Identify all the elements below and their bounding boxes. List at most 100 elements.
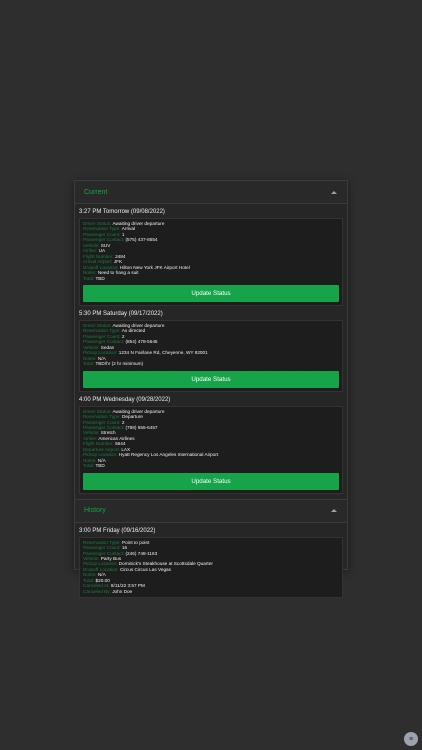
detail-label: Passenger Contact: — [83, 237, 125, 243]
detail-value: 16 — [121, 545, 128, 551]
detail-value: Stretch — [100, 430, 116, 436]
detail-label: Vehicle: — [83, 555, 100, 561]
update-status-button[interactable]: Update Status — [83, 472, 339, 490]
update-status-button[interactable]: Update Status — [83, 284, 339, 302]
detail-value: N/A — [97, 457, 106, 463]
detail-value: TBD — [95, 275, 105, 281]
chevron-up-icon[interactable] — [331, 190, 337, 194]
detail-label: Notes: — [83, 457, 97, 463]
detail-label: Passenger Count: — [83, 333, 121, 339]
detail-value: Sedan — [100, 344, 115, 350]
detail-label: Notes: — [83, 355, 97, 361]
menu-button[interactable]: ≡ — [404, 732, 418, 746]
detail-label: Airline: — [83, 248, 98, 254]
detail-row: Canceled By: John Doe — [83, 589, 339, 594]
detail-label: Passenger Contact: — [83, 339, 125, 345]
detail-value: 1234 N Fairlane Rd, Cheyenne, WY 82001 — [118, 350, 208, 356]
reservation-details: Reservation Type: Point to point Passeng… — [79, 536, 343, 599]
detail-label: Reservation Type: — [83, 414, 121, 420]
detail-value: Arrival — [121, 226, 136, 232]
reservation-item: 4:00 PM Wednesday (09/28/2022) Driver St… — [75, 392, 347, 494]
detail-value: Dominick's Steakhouse at Scottsdale Quar… — [118, 561, 213, 567]
current-section-title: Current — [84, 188, 108, 196]
update-status-button[interactable]: Update Status — [83, 370, 339, 388]
detail-label: Pickup Location: — [83, 561, 118, 567]
detail-label: Canceled By: — [83, 588, 111, 594]
detail-value: 2 — [121, 333, 125, 339]
detail-value: As directed — [121, 328, 146, 334]
chevron-up-icon[interactable] — [331, 509, 337, 513]
reservation-item: 5:30 PM Saturday (09/17/2022) Driver Sta… — [75, 306, 347, 392]
detail-value: UA — [98, 248, 106, 254]
current-section-header[interactable]: Current — [75, 181, 347, 204]
detail-row: Total: TBD — [83, 276, 339, 281]
detail-label: Flight Number: — [83, 253, 114, 259]
detail-label: Dropoff Location: — [83, 566, 119, 572]
reservation-details: Driver Status: Awaiting driver departure… — [79, 319, 343, 392]
detail-label: Passenger Count: — [83, 231, 121, 237]
detail-value: TBD — [95, 463, 105, 469]
detail-label: Passenger Contact: — [83, 424, 125, 430]
detail-label: Driver Status: — [83, 322, 112, 328]
history-section-header[interactable]: History — [75, 498, 347, 523]
detail-value: John Doe — [112, 588, 133, 594]
detail-value: 2 — [121, 419, 125, 425]
reservation-item: 3:00 PM Friday (09/16/2022) Reservation … — [75, 523, 347, 599]
detail-value: 5644 — [115, 441, 126, 447]
detail-value: Awaiting driver departure — [112, 322, 165, 328]
detail-label: Reservation Type: — [83, 539, 121, 545]
reservation-datetime: 4:00 PM Wednesday (09/28/2022) — [79, 396, 171, 403]
detail-value: SUV — [100, 242, 111, 248]
reservation-details: Driver Status: Awaiting driver departure… — [79, 405, 343, 494]
detail-value: $20.00 — [95, 577, 110, 583]
reservation-details: Driver Status: Awaiting driver departure… — [79, 218, 343, 306]
detail-label: Passenger Contact: — [83, 550, 125, 556]
detail-label: Notes: — [83, 572, 97, 578]
detail-value: (246) 748-1163 — [125, 550, 158, 556]
detail-label: Reservation Type: — [83, 226, 121, 232]
detail-value: Circus Circus Las Vegas — [119, 566, 171, 572]
detail-label: Notes: — [83, 270, 97, 276]
detail-value: (575) 437-8554 — [125, 237, 158, 243]
detail-label: Total: — [83, 275, 95, 281]
detail-label: Total: — [83, 361, 95, 367]
detail-value: Need to hang a suit — [97, 270, 139, 276]
detail-value: 1 — [121, 231, 125, 237]
detail-value: 8/11/22 3:57 PM — [110, 583, 145, 589]
menu-icon: ≡ — [408, 735, 414, 743]
detail-value: N/A — [97, 355, 106, 361]
detail-label: Flight Number: — [83, 441, 114, 447]
detail-label: Pickup Location: — [83, 452, 118, 458]
detail-label: Passenger Count: — [83, 545, 121, 551]
detail-label: Departure Airport: — [83, 446, 120, 452]
detail-value: Point to point — [122, 539, 150, 545]
detail-label: Driver Status: — [83, 221, 112, 226]
detail-row: Total: TBD/hr (2 hr minimum) — [83, 361, 339, 366]
detail-value: Awaiting driver departure — [112, 221, 165, 226]
detail-value: Awaiting driver departure — [112, 408, 165, 414]
detail-label: Vehicle: — [83, 430, 100, 436]
detail-label: Vehicle: — [83, 344, 100, 350]
detail-label: Total: — [83, 577, 95, 583]
detail-value: LAX — [121, 446, 131, 452]
detail-value: JFK — [113, 259, 123, 265]
detail-value: TBD/hr (2 hr minimum) — [95, 361, 144, 367]
reservation-datetime: 3:27 PM Tomorrow (09/08/2022) — [79, 209, 165, 215]
detail-value: (854) 478-5645 — [125, 339, 158, 345]
detail-value: Hilton New York JFK Airport Hotel — [119, 264, 190, 270]
reservation-item: 3:27 PM Tomorrow (09/08/2022) Driver Sta… — [75, 204, 347, 306]
reservations-panel: Current 3:27 PM Tomorrow (09/08/2022) Dr… — [74, 180, 348, 599]
detail-label: Canceled At: — [83, 583, 110, 589]
detail-label: Driver Status: — [83, 408, 112, 414]
detail-label: Passenger Count: — [83, 419, 121, 425]
history-section-title: History — [84, 507, 106, 515]
detail-value: 2484 — [115, 253, 126, 259]
detail-label: Airline: — [83, 435, 98, 441]
detail-label: Vehicle: — [83, 242, 100, 248]
detail-label: Total: — [83, 463, 95, 469]
detail-label: Pickup Location: — [83, 350, 118, 356]
detail-value: Party Bus — [100, 555, 122, 561]
detail-label: Reservation Type: — [83, 328, 121, 334]
detail-value: Hyatt Regency Los Angeles International … — [118, 452, 219, 458]
detail-value: American Airlines — [98, 435, 135, 441]
